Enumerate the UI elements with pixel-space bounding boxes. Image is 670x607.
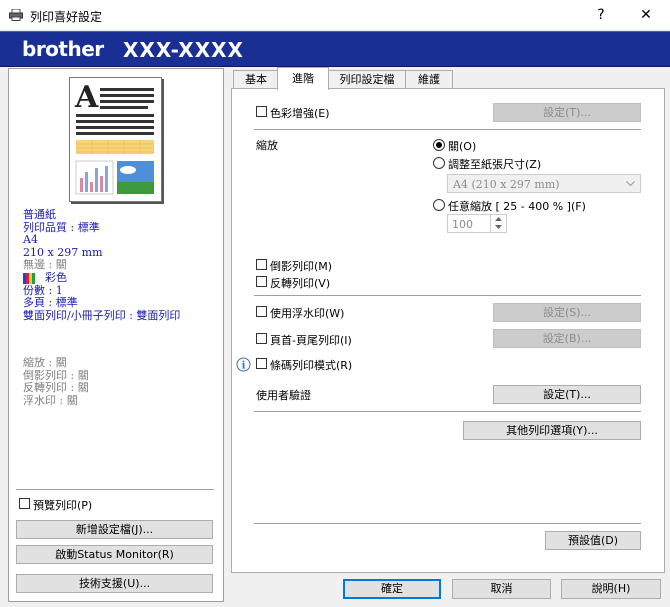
help-button[interactable]: 說明(H) xyxy=(561,579,661,599)
summary-grey-line: 縮放 : 關 xyxy=(23,356,67,369)
brand-banner: brother XXX-XXXX xyxy=(0,31,670,67)
watermark-settings-button[interactable]: 設定(S)... xyxy=(493,303,641,322)
summary-line: 列印品質 : 標準 xyxy=(23,220,100,234)
summary-advanced: 縮放 : 關 倒影列印 : 關 反轉列印 : 關 浮水印 : 關 xyxy=(23,356,89,407)
add-profile-button[interactable]: 新增設定檔(J)... xyxy=(16,520,213,539)
mirror-label: 倒影列印(M) xyxy=(270,260,333,273)
tab-maintenance[interactable]: 維護 xyxy=(405,70,453,89)
scale-free-radio[interactable] xyxy=(433,199,445,211)
spin-up-icon[interactable] xyxy=(495,217,502,221)
info-icon[interactable]: i xyxy=(236,357,251,372)
divider xyxy=(254,295,641,296)
tab-advanced[interactable]: 進階 xyxy=(277,67,329,90)
reverse-checkbox[interactable] xyxy=(256,276,267,287)
user-auth-label: 使用者驗證 xyxy=(256,389,311,402)
status-monitor-button[interactable]: 啟動Status Monitor(R) xyxy=(16,545,213,564)
color-icon xyxy=(23,272,35,284)
left-divider xyxy=(16,489,214,490)
tab-profiles[interactable]: 列印設定檔 xyxy=(327,70,407,89)
spin-down-icon[interactable] xyxy=(495,225,502,229)
ok-button[interactable]: 確定 xyxy=(343,579,441,599)
scale-free-label: 任意縮放 [ 25 - 400 % ](F) xyxy=(448,200,586,213)
cancel-button[interactable]: 取消 xyxy=(452,579,551,599)
printer-icon xyxy=(9,9,23,21)
divider xyxy=(254,523,641,524)
default-button[interactable]: 預設值(D) xyxy=(545,531,641,550)
paper-size-value: A4 (210 x 297 mm) xyxy=(453,178,560,191)
color-enhance-label: 色彩增強(E) xyxy=(270,107,330,120)
preview-checkbox[interactable] xyxy=(19,498,30,509)
spin-buttons[interactable] xyxy=(490,215,506,232)
other-options-button[interactable]: 其他列印選項(Y)... xyxy=(463,421,641,440)
header-footer-settings-button[interactable]: 設定(B)... xyxy=(493,329,641,348)
summary-line: 普通紙 xyxy=(23,208,56,221)
scale-percent-input[interactable]: 100 xyxy=(447,214,507,233)
page-preview: A xyxy=(69,77,162,202)
scaling-label: 縮放 xyxy=(256,139,278,152)
watermark-checkbox[interactable] xyxy=(256,306,267,317)
window-title: 列印喜好設定 xyxy=(30,10,103,24)
paper-size-select[interactable]: A4 (210 x 297 mm) xyxy=(447,174,641,193)
summary-line: A4 xyxy=(23,233,38,246)
summary-borderless: 無邊 : 關 xyxy=(23,258,67,271)
support-button[interactable]: 技術支援(U)... xyxy=(16,574,213,593)
reverse-label: 反轉列印(V) xyxy=(270,277,331,290)
summary-grey-line: 反轉列印 : 關 xyxy=(23,381,89,394)
scale-percent-value: 100 xyxy=(452,218,473,231)
barcode-label: 條碼列印模式(R) xyxy=(270,359,353,372)
divider xyxy=(254,129,641,130)
barcode-checkbox[interactable] xyxy=(256,358,267,369)
user-auth-settings-button[interactable]: 設定(T)... xyxy=(493,385,641,404)
scale-fit-label: 調整至紙張尺寸(Z) xyxy=(448,158,542,171)
help-icon[interactable]: ? xyxy=(579,0,623,30)
summary-info: 普通紙 列印品質 : 標準 A4 210 x 297 mm 無邊 : 關 彩色 … xyxy=(23,208,181,322)
preview-image: A xyxy=(74,80,154,195)
summary-color: 彩色 xyxy=(23,270,180,285)
brand-logo: brother xyxy=(22,37,104,61)
header-footer-label: 頁首-頁尾列印(I) xyxy=(270,334,352,347)
title-bar: 列印喜好設定 ? ✕ xyxy=(0,0,670,31)
summary-grey-line: 浮水印 : 關 xyxy=(23,393,78,407)
svg-text:A: A xyxy=(74,80,99,115)
close-icon[interactable]: ✕ xyxy=(624,0,668,30)
svg-text:i: i xyxy=(242,361,246,372)
summary-color-label: 彩色 xyxy=(45,270,67,284)
summary-line: 雙面列印/小冊子列印 : 雙面列印 xyxy=(23,308,181,322)
tab-basic[interactable]: 基本 xyxy=(233,70,279,89)
scale-off-radio[interactable] xyxy=(433,139,445,151)
color-enhance-checkbox[interactable] xyxy=(256,106,267,117)
color-enhance-settings-button[interactable]: 設定(T)... xyxy=(493,103,641,122)
divider xyxy=(254,411,641,412)
scale-off-label: 關(O) xyxy=(448,140,477,153)
watermark-label: 使用浮水印(W) xyxy=(270,307,345,320)
preview-checkbox-label: 預覽列印(P) xyxy=(33,499,93,512)
scale-fit-radio[interactable] xyxy=(433,157,445,169)
model-name: XXX-XXXX xyxy=(123,38,244,62)
header-footer-checkbox[interactable] xyxy=(256,333,267,344)
summary-line: 多頁 : 標準 xyxy=(23,296,78,309)
chevron-down-icon xyxy=(626,181,635,187)
mirror-checkbox[interactable] xyxy=(256,259,267,270)
